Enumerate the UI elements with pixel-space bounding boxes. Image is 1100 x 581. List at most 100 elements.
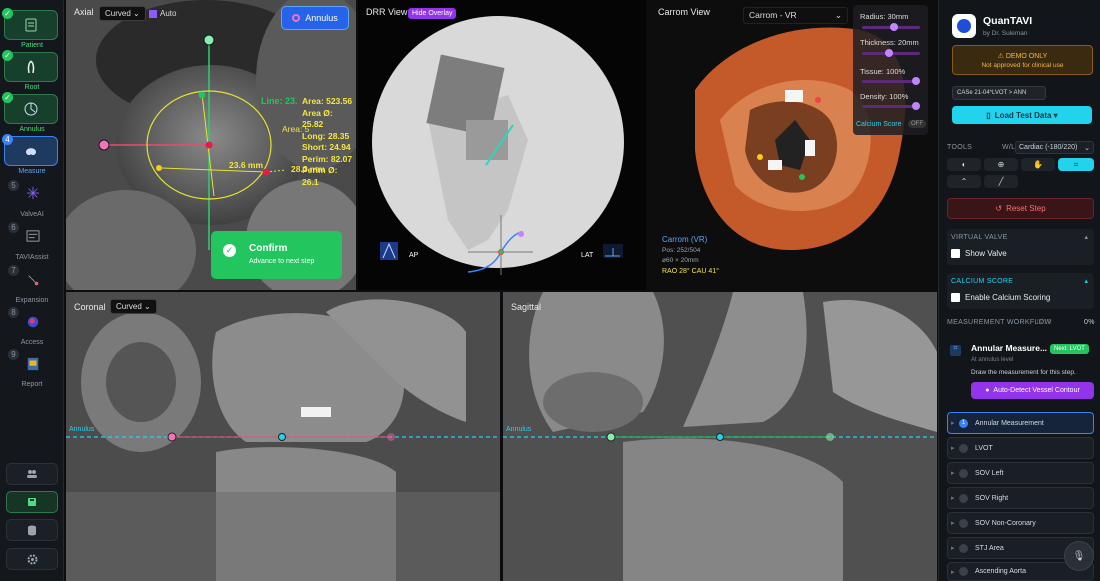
step-access[interactable]: 8 (6, 307, 58, 333)
carrom-position: Pos: 252/504 (662, 247, 701, 254)
step-number: 5 (8, 180, 19, 191)
step-number: 6 (8, 222, 19, 233)
step-number: 9 (8, 349, 19, 360)
workflow-item[interactable]: ▸ SOV Non-Coronary (947, 512, 1094, 534)
users-button[interactable] (6, 463, 58, 485)
step-label: TAVIAssist (15, 254, 49, 261)
auto-checkbox[interactable]: Auto (149, 9, 176, 18)
current-step-subtitle: At annulus level (971, 357, 1014, 363)
calcium-score-label: Calcium Score (856, 121, 902, 128)
measure-tool[interactable]: ⌗ (1058, 158, 1094, 171)
collapse-icon[interactable]: ▴ (1084, 233, 1088, 241)
viewport-label: Carrom View (658, 7, 710, 17)
coronal-mode-select[interactable]: Curved ⌄ (110, 299, 157, 314)
database-icon (28, 525, 36, 535)
step-report[interactable]: 9 (6, 349, 58, 375)
workflow-item[interactable]: ▸ SOV Left (947, 462, 1094, 484)
section-title: VIRTUAL VALVE (951, 234, 1008, 241)
pan-tool[interactable]: ✋ (1021, 158, 1055, 171)
measure-step-icon: ⌗ (950, 345, 961, 356)
right-panel: QuanTAVI by Dr. Suleman ⚠ DEMO ONLY Not … (938, 0, 1100, 581)
slider-handle[interactable] (912, 77, 920, 85)
coronal-viewport[interactable]: Coronal Curved ⌄ Annulus (66, 292, 500, 581)
zoom-icon: ⊕ (997, 160, 1005, 169)
angle-tool[interactable]: ⌃ (947, 175, 981, 188)
step-measure[interactable]: 4 (2, 134, 58, 166)
carrom-viewport[interactable]: Carrom View Carrom - VR ⌄ Radius: 30mm T… (650, 0, 936, 290)
show-valve-checkbox[interactable]: Show Valve (951, 249, 1007, 259)
contrast-icon: ◐ (961, 160, 967, 169)
collapse-icon[interactable]: ▴ (1084, 277, 1088, 285)
reset-icon: ↺ (995, 204, 1003, 213)
next-step-badge: Next: LVOT (1050, 344, 1089, 354)
mic-off-button[interactable]: 🎙 (1064, 541, 1094, 571)
save-button[interactable] (6, 491, 58, 513)
calcium-score-toggle[interactable]: OFF (908, 120, 926, 128)
app-name: QuanTAVI (983, 15, 1033, 27)
sagittal-viewport[interactable]: Sagittal Annulus (503, 292, 937, 581)
axial-mode-select[interactable]: Curved ⌄ (99, 6, 146, 21)
expand-icon: ▸ (951, 420, 955, 427)
auto-detect-button[interactable]: ● Auto-Detect Vessel Contour (971, 382, 1094, 399)
carrom-mode-select[interactable]: Carrom - VR ⌄ (743, 7, 848, 24)
workflow-item[interactable]: ▸ SOV Right (947, 487, 1094, 509)
slider-handle[interactable] (884, 49, 893, 57)
zoom-tool[interactable]: ⊕ (984, 158, 1018, 171)
case-chip[interactable]: CASe 21-04*LVOT > ANN (952, 86, 1046, 100)
workflow-count: 0/10 (1037, 319, 1052, 326)
workflow-item[interactable]: ▸ LVOT (947, 437, 1094, 459)
radius-slider[interactable] (862, 23, 920, 31)
settings-button[interactable] (6, 548, 58, 570)
confirm-button[interactable]: ✓ Confirm Advance to next step (211, 231, 342, 279)
workflow-label: MEASUREMENT WORKFLOW (947, 319, 1052, 326)
step-taviassist[interactable]: 6 (6, 222, 58, 248)
step-status-icon (959, 518, 968, 528)
step-label: Access (20, 339, 44, 346)
step-label: Annulus (19, 126, 45, 133)
ruler-tool[interactable]: ╱ (984, 175, 1018, 188)
step-label: Report (21, 381, 43, 388)
axial-viewport[interactable]: Axial Curved ⌄ Auto Annulus Line: 23. Ar… (66, 0, 356, 290)
tissue-label: Tissue: 100% (860, 67, 906, 76)
viewport-label: Sagittal (511, 302, 542, 312)
drr-viewport[interactable]: DRR View Hide Overlay AP LAT (358, 0, 646, 290)
long-axis-label: 28.3 mm (291, 164, 326, 174)
enable-calcium-checkbox[interactable]: Enable Calcium Scoring (951, 293, 1050, 303)
document-icon: ▯ (986, 110, 991, 120)
slider-handle[interactable] (912, 102, 920, 110)
annulus-ring-icon (292, 14, 301, 22)
contrast-tool[interactable]: ◐ (947, 158, 981, 171)
wl-select[interactable]: Cardiac (-180/220) ⌄ (1015, 141, 1094, 154)
viewport-label: DRR View (366, 7, 408, 17)
hand-icon: ✋ (1033, 160, 1043, 169)
lat-label: LAT (581, 252, 594, 259)
lat-orientation-icon (603, 244, 623, 258)
reset-step-button[interactable]: ↺ Reset Step (947, 198, 1094, 219)
step-expansion[interactable]: 7 (6, 265, 58, 291)
step-number: 4 (2, 134, 13, 145)
patient-icon (25, 18, 37, 32)
step-status-icon (959, 493, 968, 503)
thickness-slider[interactable] (862, 49, 920, 57)
line-measure: Line: 23. (261, 96, 298, 106)
annulus-button[interactable]: Annulus (281, 6, 349, 30)
valveai-icon (26, 186, 40, 200)
step-annulus[interactable]: ✓ (2, 92, 58, 124)
step-valveai[interactable]: 5 (6, 180, 58, 206)
density-slider[interactable] (862, 102, 920, 110)
workflow-item[interactable]: ▸ 1 Annular Measurement (947, 412, 1094, 434)
step-patient[interactable]: ✓ (2, 8, 58, 40)
step-status-icon (959, 443, 968, 453)
access-icon (27, 316, 39, 328)
save-icon (28, 498, 36, 506)
slider-handle[interactable] (889, 23, 898, 31)
measure-icon (26, 148, 36, 156)
demo-warning: ⚠ DEMO ONLY Not approved for clinical us… (952, 45, 1093, 75)
step-root[interactable]: ✓ (2, 50, 58, 82)
hide-overlay-button[interactable]: Hide Overlay (408, 8, 457, 19)
expand-icon: ▸ (951, 520, 955, 527)
app-logo (952, 14, 976, 38)
load-test-data-button[interactable]: ▯ Load Test Data ▾ (952, 106, 1092, 124)
tissue-slider[interactable] (862, 77, 920, 85)
database-button[interactable] (6, 519, 58, 541)
